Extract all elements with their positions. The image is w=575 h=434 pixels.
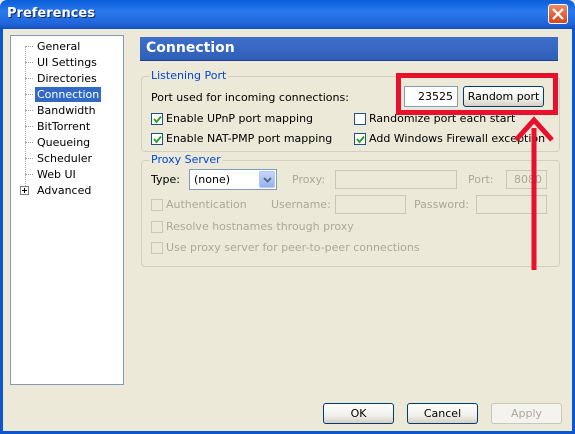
annotation-highlight-box <box>396 73 558 115</box>
sidebar-item-web-ui[interactable]: Web UI <box>35 167 78 182</box>
upnp-checkbox[interactable] <box>151 113 163 125</box>
proxy-auth-checkbox[interactable] <box>151 199 163 211</box>
tree-guide-line <box>25 158 33 159</box>
username-label: Username: <box>271 198 331 211</box>
resolve-hostnames-label[interactable]: Resolve hostnames through proxy <box>166 220 354 233</box>
proxy-port-input[interactable]: 8080 <box>506 170 547 189</box>
ok-button[interactable]: OK <box>323 403 394 424</box>
username-field[interactable] <box>335 195 406 214</box>
page-header: Connection <box>140 37 558 61</box>
proxy-server-group-label: Proxy Server <box>149 153 223 166</box>
window-frame-left <box>0 29 3 434</box>
firewall-exception-checkbox[interactable] <box>354 133 366 145</box>
tree-guide-line <box>25 174 33 175</box>
proxy-auth-label[interactable]: Authentication <box>166 198 247 211</box>
expand-icon[interactable] <box>20 186 29 195</box>
tree-guide-line <box>25 78 33 79</box>
proxy-port-value: 8080 <box>514 173 542 186</box>
natpmp-checkbox[interactable] <box>151 133 163 145</box>
cancel-button-label: Cancel <box>423 407 462 420</box>
sidebar-item-scheduler[interactable]: Scheduler <box>35 151 94 166</box>
natpmp-label[interactable]: Enable NAT-PMP port mapping <box>166 132 332 145</box>
proxy-type-value: (none) <box>194 173 231 186</box>
tree-guide-line <box>25 62 33 63</box>
proxy-host-label: Proxy: <box>292 173 326 186</box>
password-field[interactable] <box>476 195 547 214</box>
randomize-port-checkbox[interactable] <box>354 113 366 125</box>
firewall-exception-label[interactable]: Add Windows Firewall exception <box>369 132 545 145</box>
dropdown-button[interactable] <box>259 171 275 188</box>
tree-guide-line <box>25 126 33 127</box>
sidebar-item-ui-settings[interactable]: UI Settings <box>35 55 99 70</box>
preferences-window: Preferences General UI Settings Director… <box>0 0 575 434</box>
title-bar[interactable]: Preferences <box>0 0 575 29</box>
cancel-button[interactable]: Cancel <box>407 403 478 424</box>
window-title: Preferences <box>7 6 95 21</box>
proxy-type-label: Type: <box>151 173 180 186</box>
upnp-label[interactable]: Enable UPnP port mapping <box>166 112 313 125</box>
proxy-type-select[interactable]: (none) <box>189 169 277 190</box>
apply-button-label: Apply <box>510 407 543 420</box>
listening-port-group-label: Listening Port <box>149 69 229 82</box>
sidebar-item-advanced[interactable]: Advanced <box>35 183 93 198</box>
sidebar-item-directories[interactable]: Directories <box>35 71 99 86</box>
check-icon <box>153 135 162 144</box>
proxy-peer-label[interactable]: Use proxy server for peer-to-peer connec… <box>166 241 420 254</box>
tree-guide-line <box>25 46 26 192</box>
tree-guide-line <box>25 46 33 47</box>
resolve-hostnames-checkbox[interactable] <box>151 221 163 233</box>
tree-guide-line <box>25 94 33 95</box>
sidebar-item-queueing[interactable]: Queueing <box>35 135 92 150</box>
sidebar-item-general[interactable]: General <box>35 39 82 54</box>
check-icon <box>356 135 365 144</box>
page-title: Connection <box>146 40 235 56</box>
proxy-host-input[interactable] <box>335 170 457 189</box>
close-icon <box>552 8 564 20</box>
proxy-peer-checkbox[interactable] <box>151 242 163 254</box>
proxy-port-label: Port: <box>468 173 494 186</box>
sidebar-item-connection[interactable]: Connection <box>35 87 102 102</box>
chevron-down-icon <box>263 177 272 183</box>
incoming-port-label: Port used for incoming connections: <box>151 91 349 104</box>
tree-guide-line <box>25 110 33 111</box>
tree-guide-line <box>25 142 33 143</box>
category-tree[interactable]: General UI Settings Directories Connecti… <box>10 35 124 385</box>
close-button[interactable] <box>548 4 568 24</box>
ok-button-label: OK <box>350 407 367 420</box>
password-label: Password: <box>414 198 470 211</box>
check-icon <box>153 115 162 124</box>
sidebar-item-bandwidth[interactable]: Bandwidth <box>35 103 98 118</box>
apply-button[interactable]: Apply <box>491 403 562 424</box>
sidebar-item-bittorrent[interactable]: BitTorrent <box>35 119 92 134</box>
